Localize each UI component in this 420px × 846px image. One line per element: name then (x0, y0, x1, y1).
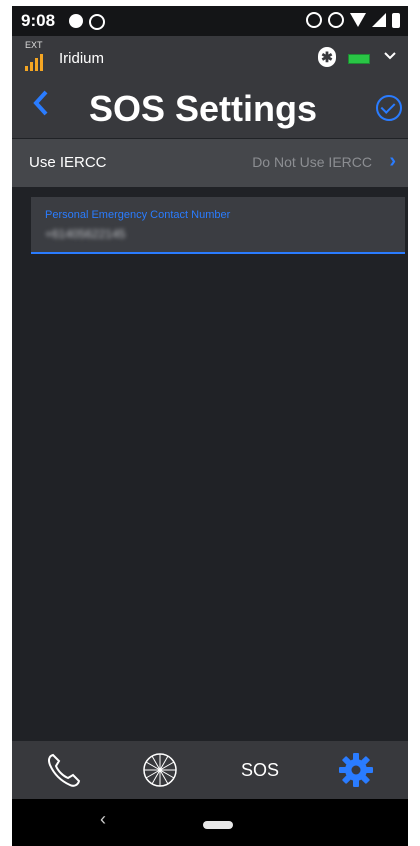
carrier-name: Iridium (59, 50, 105, 67)
ext-label: EXT (25, 40, 43, 50)
nav-back-button[interactable]: ‹ (100, 809, 106, 830)
whatsapp-icon (89, 14, 105, 30)
nav-home-button[interactable] (203, 821, 233, 829)
notification-dot-icon (69, 14, 83, 28)
battery-icon (392, 12, 400, 28)
phone-icon (48, 753, 81, 787)
emergency-contact-label: Personal Emergency Contact Number (45, 209, 231, 221)
back-button[interactable] (32, 86, 50, 126)
app-screen: 9:08 EXT Iridium ✱ SOS Settings Use IERC… (12, 6, 408, 846)
device-battery-icon (348, 54, 370, 64)
bottom-tab-bar: SOS (12, 741, 408, 799)
connection-bar[interactable]: EXT Iridium ✱ (12, 36, 408, 78)
emergency-contact-field[interactable]: Personal Emergency Contact Number +61405… (31, 197, 405, 254)
bluetooth-icon: ✱ (318, 47, 336, 67)
page-header: SOS Settings (12, 78, 408, 138)
tab-sos-label: SOS (240, 759, 279, 780)
system-nav-bar: ‹ (12, 799, 408, 846)
page-title: SOS Settings (89, 88, 318, 129)
chevron-right-icon: › (389, 150, 396, 172)
status-icons (306, 12, 400, 28)
tab-settings[interactable] (324, 741, 388, 799)
confirm-check-icon[interactable] (376, 95, 402, 121)
globe-icon (143, 753, 177, 787)
tab-phone[interactable] (32, 741, 96, 799)
data-saver-icon (306, 12, 322, 28)
tab-map[interactable] (128, 741, 192, 799)
chevron-down-icon[interactable] (383, 48, 397, 64)
status-time: 9:08 (21, 11, 56, 30)
use-iercc-row[interactable]: Use IERCC Do Not Use IERCC › (12, 139, 408, 187)
status-bar: 9:08 (12, 6, 408, 36)
cell-signal-icon (372, 13, 386, 27)
do-not-disturb-icon (328, 12, 344, 28)
use-iercc-label: Use IERCC (29, 154, 107, 171)
wifi-icon (350, 13, 366, 27)
signal-bars-icon (25, 53, 45, 71)
emergency-contact-input[interactable]: +61405622145 (45, 227, 125, 241)
tab-sos[interactable]: SOS (228, 741, 292, 799)
gear-icon (339, 753, 373, 787)
use-iercc-value: Do Not Use IERCC (252, 154, 372, 170)
